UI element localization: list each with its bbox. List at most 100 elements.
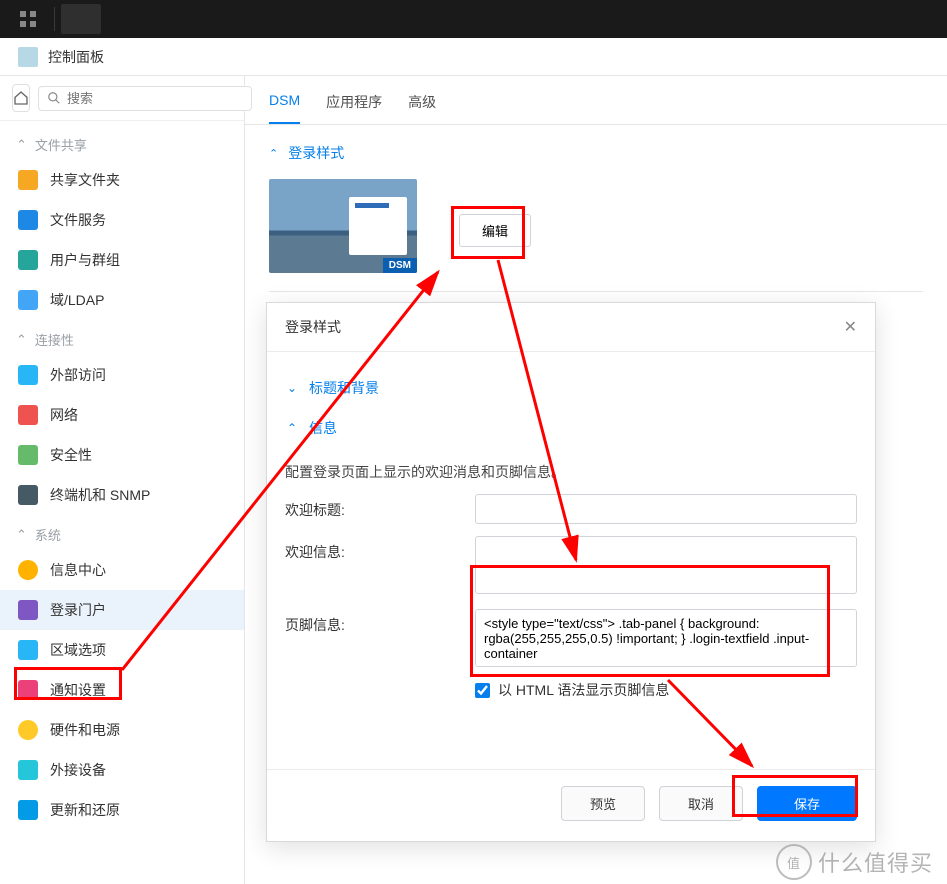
bell-icon <box>18 680 38 700</box>
acc-info[interactable]: ⌃ 信息 <box>285 408 857 448</box>
watermark-text: 什么值得买 <box>818 846 933 878</box>
section-login-style: ⌃ 登录样式 DSM 编辑 <box>245 125 947 291</box>
tab-apps[interactable]: 应用程序 <box>326 92 382 124</box>
sidebar-search[interactable] <box>38 86 252 111</box>
checkbox-html-footer[interactable]: 以 HTML 语法显示页脚信息 <box>475 680 857 700</box>
edit-button[interactable]: 编辑 <box>459 214 531 247</box>
sidebar-item-infocenter[interactable]: 信息中心 <box>0 550 244 590</box>
chevron-up-icon: ⌃ <box>16 527 27 543</box>
chevron-up-icon: ⌃ <box>16 137 27 153</box>
sidebar-item-sharedfolder[interactable]: 共享文件夹 <box>0 160 244 200</box>
row-welcome-msg: 欢迎信息: <box>285 536 857 597</box>
sidebar-item-label: 外接设备 <box>50 760 106 780</box>
row-welcome-title: 欢迎标题: <box>285 494 857 524</box>
save-button[interactable]: 保存 <box>757 786 857 821</box>
folder-icon <box>18 170 38 190</box>
sidebar-item-label: 硬件和电源 <box>50 720 120 740</box>
sidebar-item-label: 更新和还原 <box>50 800 120 820</box>
checkbox-label: 以 HTML 语法显示页脚信息 <box>498 680 669 700</box>
checkbox-html-footer-box[interactable] <box>475 683 490 698</box>
section-title: 登录样式 <box>288 143 344 163</box>
login-card-preview <box>349 197 407 255</box>
input-footer[interactable] <box>475 609 857 667</box>
watermark: 值 什么值得买 <box>776 844 933 880</box>
taskbar-divider <box>54 7 55 31</box>
chevron-up-icon: ⌃ <box>285 421 299 435</box>
sidebar-item-label: 用户与群组 <box>50 250 120 270</box>
sidebar-item-label: 登录门户 <box>50 600 106 620</box>
sidebar-top-row <box>0 76 244 121</box>
network-icon <box>18 405 38 425</box>
taskbar <box>0 0 947 38</box>
sidebar-item-label: 通知设置 <box>50 680 106 700</box>
chevron-down-icon: ⌄ <box>285 381 299 395</box>
window-titlebar: 控制面板 <box>0 38 947 76</box>
tab-advanced[interactable]: 高级 <box>408 92 436 124</box>
nav-group-label: 系统 <box>35 525 61 544</box>
sidebar-item-label: 终端机和 SNMP <box>50 485 150 505</box>
login-style-thumbnail[interactable]: DSM <box>269 179 417 273</box>
sidebar-item-notify[interactable]: 通知设置 <box>0 670 244 710</box>
sidebar-item-update[interactable]: 更新和还原 <box>0 790 244 830</box>
section-divider <box>269 291 923 292</box>
sidebar-item-label: 域/LDAP <box>50 290 104 310</box>
row-footer: 页脚信息: 以 HTML 语法显示页脚信息 <box>285 609 857 700</box>
ldap-icon <box>18 290 38 310</box>
label-welcome-title: 欢迎标题: <box>285 494 475 520</box>
sidebar-item-regional[interactable]: 区域选项 <box>0 630 244 670</box>
nav-group-label: 连接性 <box>35 330 74 349</box>
home-button[interactable] <box>12 84 30 112</box>
window-title: 控制面板 <box>48 47 104 67</box>
nav-group-label: 文件共享 <box>35 135 87 154</box>
dsm-badge: DSM <box>383 258 417 273</box>
input-welcome-msg[interactable] <box>475 536 857 594</box>
shield-icon <box>18 445 38 465</box>
sidebar-item-label: 信息中心 <box>50 560 106 580</box>
watermark-badge-icon: 值 <box>776 844 812 880</box>
terminal-icon <box>18 485 38 505</box>
cancel-button[interactable]: 取消 <box>659 786 743 821</box>
sidebar-item-network[interactable]: 网络 <box>0 395 244 435</box>
preview-button[interactable]: 预览 <box>561 786 645 821</box>
sidebar-item-label: 文件服务 <box>50 210 106 230</box>
file-service-icon <box>18 210 38 230</box>
sidebar-item-fileservice[interactable]: 文件服务 <box>0 200 244 240</box>
sidebar-item-loginportal[interactable]: 登录门户 <box>0 590 244 630</box>
nav-group-system[interactable]: ⌃ 系统 <box>0 515 244 550</box>
section-header-login-style[interactable]: ⌃ 登录样式 <box>269 143 923 163</box>
search-icon <box>47 91 61 105</box>
modal-title: 登录样式 <box>285 317 341 337</box>
nav-group-fileshare[interactable]: ⌃ 文件共享 <box>0 125 244 160</box>
sidebar-item-label: 区域选项 <box>50 640 106 660</box>
modal-footer: 预览 取消 保存 <box>267 769 875 841</box>
nav: ⌃ 文件共享 共享文件夹 文件服务 用户与群组 域/LDAP ⌃ 连接性 <box>0 121 244 850</box>
sidebar-item-usergroup[interactable]: 用户与群组 <box>0 240 244 280</box>
apps-launcher-icon[interactable] <box>8 4 48 34</box>
sidebar-item-security[interactable]: 安全性 <box>0 435 244 475</box>
users-icon <box>18 250 38 270</box>
nav-group-connect[interactable]: ⌃ 连接性 <box>0 320 244 355</box>
sidebar-item-external[interactable]: 外接设备 <box>0 750 244 790</box>
close-icon[interactable]: ✕ <box>844 317 857 337</box>
sidebar-item-ldap[interactable]: 域/LDAP <box>0 280 244 320</box>
modal-header: 登录样式 ✕ <box>267 303 875 352</box>
tab-dsm[interactable]: DSM <box>269 92 300 124</box>
chevron-up-icon: ⌃ <box>16 332 27 348</box>
acc-title-background[interactable]: ⌄ 标题和背景 <box>285 368 857 408</box>
search-input[interactable] <box>67 91 243 106</box>
external-device-icon <box>18 760 38 780</box>
acc-label: 信息 <box>309 418 337 438</box>
home-icon <box>13 90 29 106</box>
sidebar-item-terminal[interactable]: 终端机和 SNMP <box>0 475 244 515</box>
login-portal-icon <box>18 600 38 620</box>
tabs: DSM 应用程序 高级 <box>245 76 947 125</box>
globe-icon <box>18 365 38 385</box>
label-welcome-msg: 欢迎信息: <box>285 536 475 562</box>
update-icon <box>18 800 38 820</box>
input-welcome-title[interactable] <box>475 494 857 524</box>
bulb-icon <box>18 720 38 740</box>
sidebar-item-hardware[interactable]: 硬件和电源 <box>0 710 244 750</box>
regional-icon <box>18 640 38 660</box>
taskbar-app-control-panel[interactable] <box>61 4 101 34</box>
sidebar-item-extaccess[interactable]: 外部访问 <box>0 355 244 395</box>
